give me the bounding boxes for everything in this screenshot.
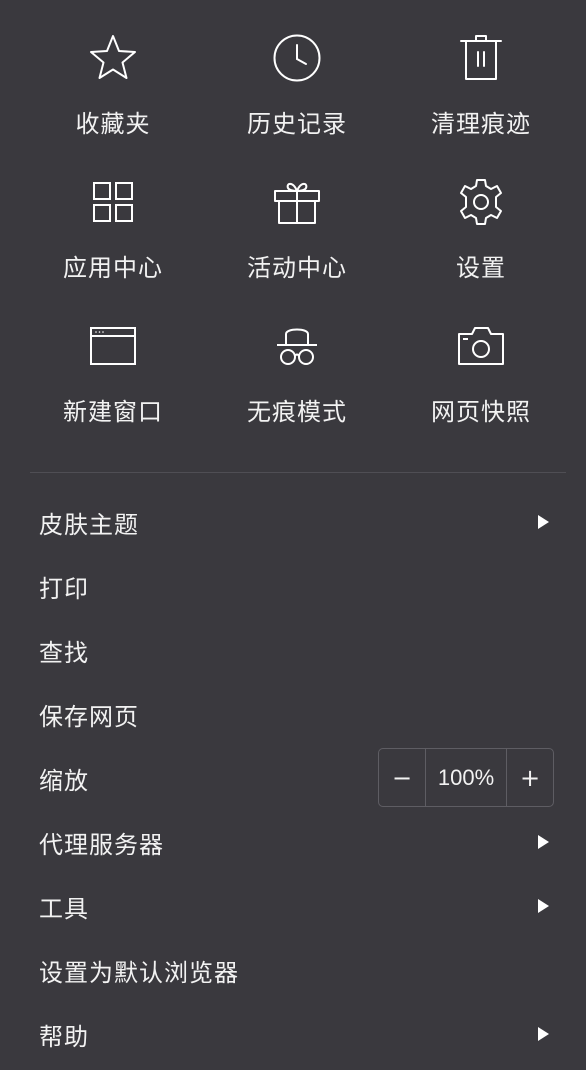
section-divider (30, 472, 566, 473)
menu-item-proxy-server[interactable]: 代理服务器 (0, 810, 586, 874)
menu-item-label: 保存网页 (39, 702, 139, 731)
app-center-tile[interactable]: 应用中心 (21, 144, 205, 282)
zoom-out-button[interactable]: − (379, 749, 425, 806)
clear-traces-label: 清理痕迹 (431, 110, 531, 138)
trash-icon (453, 32, 509, 84)
window-icon (85, 320, 141, 372)
menu-item-label: 代理服务器 (39, 830, 164, 859)
incognito-label: 无痕模式 (247, 398, 347, 426)
menu-item-label: 设置为默认浏览器 (39, 958, 239, 987)
menu-item-label: 帮助 (39, 1022, 89, 1051)
settings-tile[interactable]: 设置 (389, 144, 573, 282)
history-tile[interactable]: 历史记录 (205, 0, 389, 138)
new-window-tile[interactable]: 新建窗口 (21, 288, 205, 426)
clock-icon (269, 32, 325, 84)
submenu-arrow-icon (538, 835, 549, 849)
incognito-icon (269, 320, 325, 372)
app-center-label: 应用中心 (63, 254, 163, 282)
submenu-arrow-icon (538, 1027, 549, 1041)
clear-traces-tile[interactable]: 清理痕迹 (389, 0, 573, 138)
menu-item-find[interactable]: 查找 (0, 618, 586, 682)
menu-item-label: 查找 (39, 638, 89, 667)
zoom-control: − 100% + (378, 748, 554, 807)
menu-item-tools[interactable]: 工具 (0, 874, 586, 938)
gift-icon (269, 176, 325, 228)
camera-icon (453, 320, 509, 372)
zoom-in-button[interactable]: + (507, 749, 553, 806)
menu-item-set-default-browser[interactable]: 设置为默认浏览器 (0, 938, 586, 1002)
events-center-tile[interactable]: 活动中心 (205, 144, 389, 282)
events-center-label: 活动中心 (247, 254, 347, 282)
menu-item-label: 工具 (39, 894, 89, 923)
zoom-level-value: 100% (425, 749, 507, 806)
star-icon (85, 32, 141, 84)
app-grid-icon (85, 176, 141, 228)
submenu-arrow-icon (538, 899, 549, 913)
menu-item-save-page[interactable]: 保存网页 (0, 682, 586, 746)
menu-item-label: 打印 (39, 574, 89, 603)
menu-item-help[interactable]: 帮助 (0, 1002, 586, 1066)
page-snapshot-label: 网页快照 (431, 398, 531, 426)
incognito-tile[interactable]: 无痕模式 (205, 288, 389, 426)
menu-item-skin-theme[interactable]: 皮肤主题 (0, 490, 586, 554)
menu-list: 皮肤主题 打印 查找 保存网页 缩放 代理服务器 工具 设置为默认浏览器 帮助 … (0, 490, 586, 1066)
menu-item-print[interactable]: 打印 (0, 554, 586, 618)
new-window-label: 新建窗口 (63, 398, 163, 426)
menu-item-label: 皮肤主题 (39, 510, 139, 539)
settings-label: 设置 (456, 254, 506, 282)
submenu-arrow-icon (538, 515, 549, 529)
favorites-tile[interactable]: 收藏夹 (21, 0, 205, 138)
history-label: 历史记录 (247, 110, 347, 138)
gear-icon (453, 176, 509, 228)
favorites-label: 收藏夹 (75, 110, 151, 138)
menu-item-label: 缩放 (39, 766, 89, 795)
page-snapshot-tile[interactable]: 网页快照 (389, 288, 573, 426)
